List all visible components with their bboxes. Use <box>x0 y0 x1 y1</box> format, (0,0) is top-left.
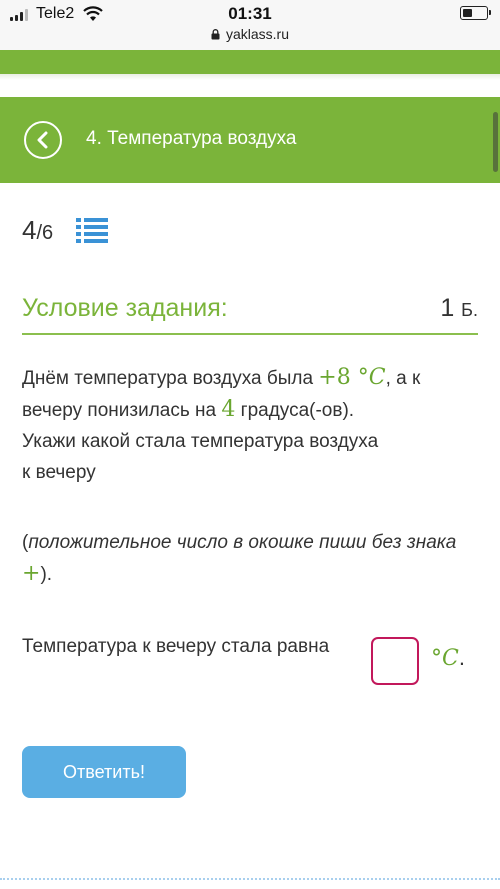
task-text: Днём температура воздуха была +8 °C, а к… <box>22 362 482 488</box>
celsius-letter: C <box>368 365 386 390</box>
list-icon[interactable] <box>76 217 108 243</box>
lesson-title: 4. Температура воздуха <box>86 128 297 149</box>
task-text-part: Днём температура воздуха была <box>22 368 319 389</box>
celsius-letter: C <box>442 646 459 671</box>
url-text: yaklass.ru <box>225 26 290 42</box>
condition-title: Условие задания: <box>22 294 228 322</box>
answer-input[interactable] <box>371 637 419 685</box>
hint-text: положительное число в окошке пиши без зн… <box>28 532 457 553</box>
condition-divider <box>22 333 478 335</box>
scrollbar[interactable] <box>493 112 498 172</box>
start-temperature-value: +8 <box>318 365 351 390</box>
task-progress: 4/6 <box>22 215 53 246</box>
bottom-divider <box>0 878 500 880</box>
task-hint: (положительное число в окошке пиши без з… <box>22 527 482 590</box>
task-points: 1 Б. <box>440 294 478 323</box>
hint-paren: ). <box>40 564 53 585</box>
task-question-line: к вечеру <box>22 462 96 483</box>
start-temperature: +8 °C <box>318 365 385 390</box>
temperature-drop: 4 <box>221 397 236 422</box>
task-text-part: градуса(-ов). <box>235 400 355 421</box>
header-shadow <box>0 74 500 80</box>
battery-level <box>463 9 472 17</box>
chevron-left-icon <box>37 131 48 149</box>
points-value: 1 <box>440 294 455 322</box>
points-unit: Б. <box>461 300 478 320</box>
address-bar[interactable]: yaklass.ru <box>0 26 500 42</box>
clock: 01:31 <box>228 4 272 23</box>
task-question-line: Укажи какой стала температура воздуха <box>22 431 379 452</box>
submit-button[interactable]: Ответить! <box>22 746 186 798</box>
back-button[interactable] <box>24 121 62 159</box>
status-bar: Tele2 01:31 yaklass.ru <box>0 0 500 50</box>
lock-icon <box>211 27 220 40</box>
progress-current: 4 <box>22 215 37 245</box>
answer-period: . <box>458 645 465 670</box>
answer-unit: °C. <box>431 645 465 671</box>
site-header-strip <box>0 50 500 74</box>
lesson-header: 4. Температура воздуха <box>0 97 500 183</box>
degree-sign: ° <box>431 646 442 671</box>
battery-icon <box>460 6 491 20</box>
plus-sign: + <box>22 561 41 586</box>
progress-total: /6 <box>36 222 54 244</box>
degree-sign: ° <box>357 365 369 390</box>
answer-label: Температура к вечеру стала равна <box>22 636 330 657</box>
